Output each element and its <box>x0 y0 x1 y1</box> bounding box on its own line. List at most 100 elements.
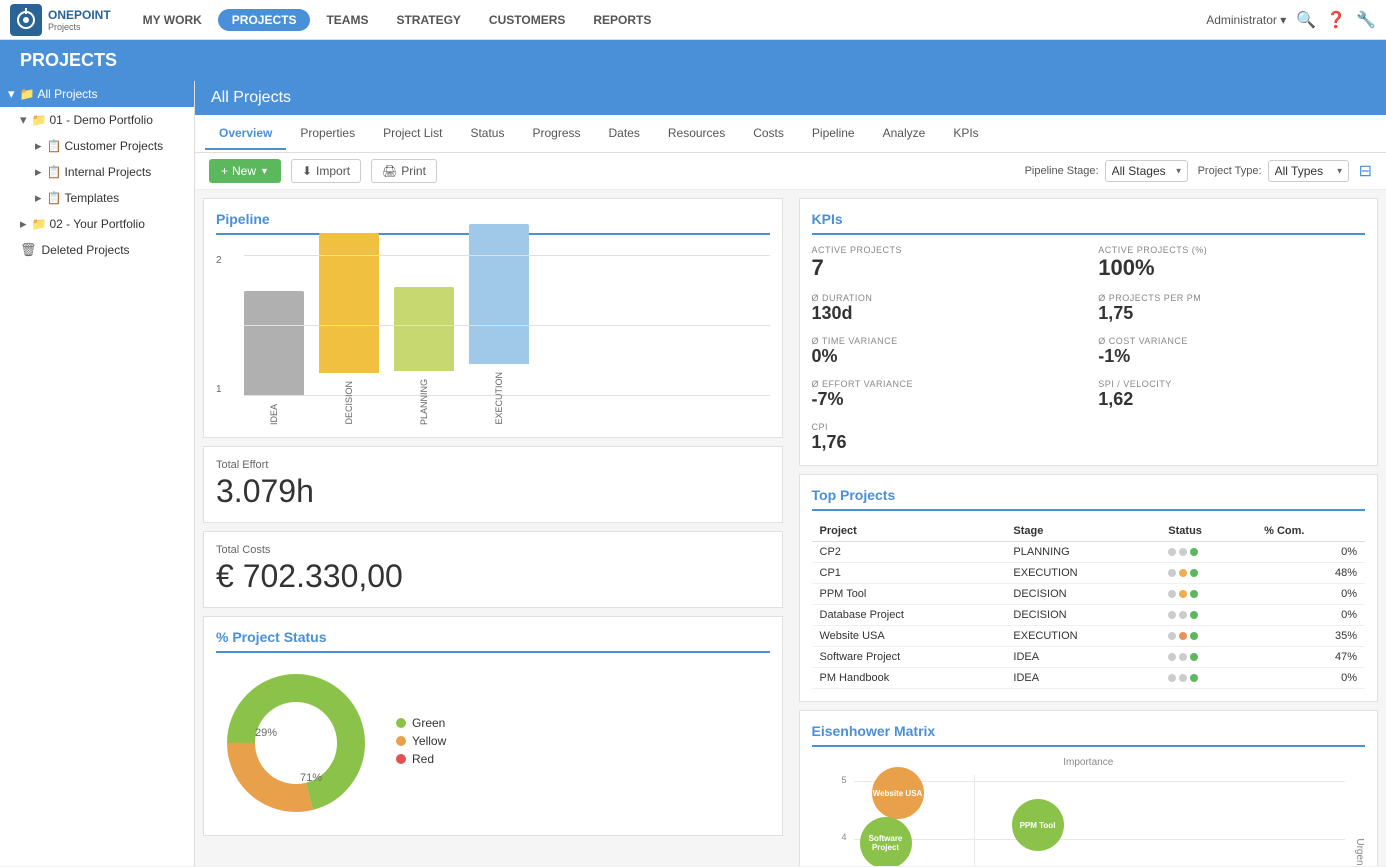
import-button[interactable]: ⬇ Import <box>291 159 361 183</box>
tab-progress[interactable]: Progress <box>518 118 594 150</box>
total-costs-value: € 702.330,00 <box>216 558 770 595</box>
main-layout: ▾ 📁 All Projects ▾ 📁 01 - Demo Portfolio… <box>0 81 1386 866</box>
y-axis: 2 1 <box>216 255 222 395</box>
top-navigation: ONEPOINT Projects MY WORK PROJECTS TEAMS… <box>0 0 1386 40</box>
cell-pct: 48% <box>1256 563 1365 584</box>
search-icon[interactable]: 🔍 <box>1296 10 1316 30</box>
bar-idea-rect <box>244 291 304 396</box>
tab-project-list[interactable]: Project List <box>369 118 456 150</box>
sidebar-item-customer-projects[interactable]: ▸ 📋 Customer Projects <box>0 133 194 159</box>
main-content: All Projects Overview Properties Project… <box>195 81 1386 866</box>
nav-my-work[interactable]: MY WORK <box>131 7 214 33</box>
project-status-panel: % Project Status 29% 71% <box>203 616 783 836</box>
nav-teams[interactable]: TEAMS <box>314 7 380 33</box>
col-project: Project <box>812 521 1006 542</box>
grid-line-1 <box>244 325 770 326</box>
y-axis-label: Urgency <box>1354 838 1365 866</box>
import-icon: ⬇ <box>302 164 312 178</box>
help-icon[interactable]: ❓ <box>1326 10 1346 30</box>
new-button[interactable]: + New ▼ <box>209 159 281 183</box>
kpi-active-value: 7 <box>812 255 1079 281</box>
tab-pipeline[interactable]: Pipeline <box>798 118 869 150</box>
donut-legend: Green Yellow Red <box>396 716 446 770</box>
nav-right: Administrator ▾ 🔍 ❓ 🔧 <box>1206 10 1376 30</box>
cell-project: CP2 <box>812 542 1006 563</box>
nav-projects[interactable]: PROJECTS <box>218 9 311 31</box>
vgrid-center <box>974 775 975 866</box>
right-column: KPIs ACTIVE PROJECTS 7 ACTIVE PROJECTS (… <box>791 190 1386 866</box>
cell-stage: IDEA <box>1005 647 1160 668</box>
cell-status <box>1160 605 1256 626</box>
x-axis-label: Importance <box>1063 757 1113 768</box>
cell-stage: IDEA <box>1005 668 1160 689</box>
cell-pct: 0% <box>1256 668 1365 689</box>
bar-planning-rect <box>394 287 454 371</box>
grid-line-2 <box>244 255 770 256</box>
tab-analyze[interactable]: Analyze <box>869 118 940 150</box>
sidebar-item-demo-portfolio[interactable]: ▾ 📁 01 - Demo Portfolio <box>0 107 194 133</box>
templates-icon: ▸ <box>35 190 42 206</box>
nav-customers[interactable]: CUSTOMERS <box>477 7 577 33</box>
project-type-select[interactable]: All Types Customer Internal <box>1268 160 1349 182</box>
table-row: Software ProjectIDEA47% <box>812 647 1366 668</box>
sidebar-item-templates[interactable]: ▸ 📋 Templates <box>0 185 194 211</box>
tab-dates[interactable]: Dates <box>595 118 654 150</box>
cell-project: PPM Tool <box>812 584 1006 605</box>
bars: IDEA DECISION PLANNING <box>244 265 529 425</box>
bar-execution-label: EXECUTION <box>494 372 504 425</box>
print-button[interactable]: 🖨 Print <box>371 159 437 183</box>
kpi-spi-value: 1,62 <box>1098 389 1365 410</box>
table-header-row: Project Stage Status % Com. <box>812 521 1366 542</box>
hgrid-1 <box>854 781 1346 782</box>
sidebar-item-all-projects[interactable]: ▾ 📁 All Projects <box>0 81 194 107</box>
sidebar-item-your-portfolio[interactable]: ▸ 📁 02 - Your Portfolio <box>0 211 194 237</box>
deleted-projects-icon: 🗑 <box>20 242 37 258</box>
tab-costs[interactable]: Costs <box>739 118 798 150</box>
svg-text:71%: 71% <box>300 772 322 784</box>
kpi-cost-variance-value: -1% <box>1098 346 1365 367</box>
nav-reports[interactable]: REPORTS <box>581 7 663 33</box>
kpi-cpi: CPI 1,76 <box>812 422 1079 453</box>
sidebar-item-deleted-projects[interactable]: 🗑 Deleted Projects <box>0 237 194 263</box>
kpis-title: KPIs <box>812 211 1366 235</box>
cell-project: CP1 <box>812 563 1006 584</box>
hgrid-2 <box>854 839 1346 840</box>
nav-strategy[interactable]: STRATEGY <box>384 7 472 33</box>
settings-icon[interactable]: 🔧 <box>1356 10 1376 30</box>
kpi-projects-per-pm: Ø PROJECTS PER PM 1,75 <box>1098 293 1365 324</box>
cell-status <box>1160 626 1256 647</box>
cell-project: Database Project <box>812 605 1006 626</box>
total-costs-panel: Total Costs € 702.330,00 <box>203 531 783 608</box>
app-logo[interactable]: ONEPOINT Projects <box>10 4 111 36</box>
table-row: Database ProjectDECISION0% <box>812 605 1366 626</box>
admin-label[interactable]: Administrator ▾ <box>1206 13 1286 27</box>
grid-line-0 <box>244 395 770 396</box>
kpi-duration-value: 130d <box>812 303 1079 324</box>
kpi-projects-per-pm-label: Ø PROJECTS PER PM <box>1098 293 1365 303</box>
bar-decision-label: DECISION <box>344 381 354 425</box>
your-portfolio-icon: ▸ <box>20 216 27 232</box>
kpi-effort-variance: Ø EFFORT VARIANCE -7% <box>812 379 1079 410</box>
bubble-website-usa: Website USA <box>872 767 924 819</box>
logo-text: ONEPOINT Projects <box>48 8 111 32</box>
kpi-effort-variance-value: -7% <box>812 389 1079 410</box>
bar-idea-label: IDEA <box>269 404 279 425</box>
pipeline-stage-select[interactable]: All Stages Idea Decision Planning Execut… <box>1105 160 1188 182</box>
filter-icon[interactable]: ⊟ <box>1359 161 1372 181</box>
sidebar-item-internal-projects[interactable]: ▸ 📋 Internal Projects <box>0 159 194 185</box>
table-row: PPM ToolDECISION0% <box>812 584 1366 605</box>
top-projects-panel: Top Projects Project Stage Status % Com.… <box>799 474 1379 702</box>
section-header: All Projects <box>195 81 1386 115</box>
tab-overview[interactable]: Overview <box>205 118 286 150</box>
tab-kpis[interactable]: KPIs <box>939 118 992 150</box>
kpi-cost-variance: Ø COST VARIANCE -1% <box>1098 336 1365 367</box>
tab-resources[interactable]: Resources <box>654 118 739 150</box>
tab-status[interactable]: Status <box>456 118 518 150</box>
eisenhower-container: Importance Urgency 5 4 3 <box>812 757 1366 866</box>
tab-properties[interactable]: Properties <box>286 118 369 150</box>
table-row: CP1EXECUTION48% <box>812 563 1366 584</box>
table-row: CP2PLANNING0% <box>812 542 1366 563</box>
eisenhower-panel: Eisenhower Matrix Importance Urgency 5 4… <box>799 710 1379 866</box>
eisenhower-title: Eisenhower Matrix <box>812 723 1366 747</box>
kpi-time-variance: Ø TIME VARIANCE 0% <box>812 336 1079 367</box>
